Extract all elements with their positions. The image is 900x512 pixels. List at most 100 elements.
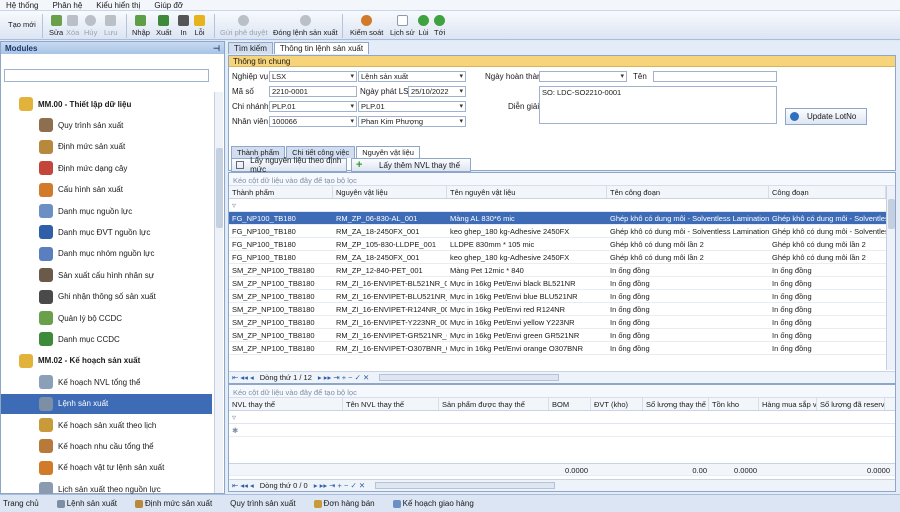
doc-tab-delivery-plan[interactable]: Kế hoạch giao hàng bbox=[392, 499, 483, 508]
col-incoming[interactable]: Hàng mua sắp về bbox=[759, 398, 817, 410]
table-cell[interactable]: RM_ZI_16-ENVIPET-BL521NR_001 bbox=[333, 277, 447, 289]
new-row[interactable]: ✱ bbox=[229, 424, 895, 437]
tree-item[interactable]: Định mức dạng cây bbox=[1, 158, 212, 178]
table-cell[interactable]: SM_ZP_NP100_TB8180 bbox=[229, 329, 333, 341]
tree-group[interactable]: MM.00 - Thiết lập dữ liệu bbox=[1, 94, 212, 114]
table-cell[interactable]: In ống đồng bbox=[607, 303, 769, 315]
table-cell[interactable]: In ống đồng bbox=[607, 342, 769, 354]
create-new-button[interactable]: Tạo mới bbox=[8, 12, 36, 39]
table-cell[interactable]: Mực in 16kg Pet/Envi green GR521NR bbox=[447, 329, 607, 341]
tree-item[interactable]: Ghi nhận thông số sản xuất bbox=[1, 287, 212, 307]
table-cell[interactable]: Ghép khô có dung môi lần 2 bbox=[769, 251, 886, 263]
get-materials-by-norm-button[interactable]: Lấy nguyên liệu theo định mức bbox=[231, 156, 347, 174]
table-cell[interactable]: Ghép khô có dung môi lần 2 bbox=[769, 238, 886, 250]
table-cell[interactable]: Ghép khô có dung môi - Solventless La bbox=[769, 212, 886, 224]
tree-item[interactable]: Kế hoạch nhu cầu tổng thể bbox=[1, 436, 212, 456]
tab-materials[interactable]: Nguyên vật liệu bbox=[356, 146, 420, 158]
tree-item[interactable]: Quy trình sản xuất bbox=[1, 115, 212, 135]
tree-item[interactable]: Cấu hình sản xuất bbox=[1, 180, 212, 200]
nav2-buttons-left[interactable]: ⇤ ◂◂ ◂ bbox=[232, 481, 254, 490]
table-cell[interactable]: SM_ZP_NP100_TB8180 bbox=[229, 277, 333, 289]
export-button[interactable]: Xuất bbox=[156, 12, 171, 39]
table-cell[interactable]: RM_ZA_18-2450FX_001 bbox=[333, 225, 447, 237]
table-cell[interactable]: SM_ZP_NP100_TB8180 bbox=[229, 316, 333, 328]
table-cell[interactable]: FG_NP100_TB180 bbox=[229, 251, 333, 263]
table-cell[interactable]: In ống đồng bbox=[769, 303, 886, 315]
table-cell[interactable]: Ghép khô có dung môi lần 2 bbox=[607, 251, 769, 263]
grid-scroll-thumb[interactable] bbox=[888, 199, 895, 229]
table-cell[interactable]: keo ghep_180 kg-Adhesive 2450FX bbox=[447, 251, 607, 263]
update-lotno-button[interactable]: Update LotNo bbox=[785, 108, 867, 125]
send-approve-button[interactable]: Gửi phê duyệt bbox=[220, 12, 268, 39]
doc-tab-home[interactable]: Trang chủ bbox=[3, 499, 48, 508]
table-cell[interactable]: RM_ZP_105-830-LLDPE_001 bbox=[333, 238, 447, 250]
tree-item[interactable]: Định mức sản xuất bbox=[1, 137, 212, 157]
grid-hscrollbar[interactable] bbox=[379, 374, 560, 381]
table-cell[interactable]: Ghép khô có dung môi lần 2 bbox=[607, 238, 769, 250]
table-row[interactable]: FG_NP100_TB180 RM_ZP_105-830-LLDPE_001 LLD… bbox=[229, 238, 886, 251]
table-cell[interactable]: Mực in 16kg Pet/Envi black BL521NR bbox=[447, 277, 607, 289]
table-cell[interactable]: RM_ZI_16-ENVIPET-BLU521NR_001 bbox=[333, 290, 447, 302]
table-cell[interactable]: In ống đồng bbox=[607, 277, 769, 289]
edit-button[interactable]: Sửa bbox=[49, 12, 63, 39]
col-stage[interactable]: Công đoạn bbox=[769, 186, 886, 198]
table-cell[interactable]: RM_ZI_16-ENVIPET-O307BNR_001 bbox=[333, 342, 447, 354]
col-substitute-name[interactable]: Tên NVL thay thế bbox=[343, 398, 439, 410]
table-row[interactable]: SM_ZP_NP100_TB8180 RM_ZI_16-ENVIPET-R124N… bbox=[229, 303, 886, 316]
employee-name-field[interactable]: Phan Kim Phượng bbox=[358, 116, 466, 127]
close-order-button[interactable]: Đóng lệnh sản xuất bbox=[273, 12, 338, 39]
table-cell[interactable]: Màng Pet 12mic * 840 bbox=[447, 264, 607, 276]
col-reserved[interactable]: Số lượng đã reserved bbox=[817, 398, 885, 410]
tab-search[interactable]: Tìm kiếm bbox=[228, 42, 273, 54]
table-row[interactable]: FG_NP100_TB180 RM_ZA_18-2450FX_001 keo ghe… bbox=[229, 225, 886, 238]
table-cell[interactable]: RM_ZI_16-ENVIPET-GR521NR_001 bbox=[333, 329, 447, 341]
tree-group[interactable]: MM.02 - Kế hoạch sản xuất bbox=[1, 351, 212, 371]
print-button[interactable]: In bbox=[178, 12, 189, 39]
grid2-hscrollbar[interactable] bbox=[375, 482, 556, 489]
table-cell[interactable]: FG_NP100_TB180 bbox=[229, 225, 333, 237]
table-row[interactable]: SM_ZP_NP100_TB8180 RM_ZI_16-ENVIPET-Y223N… bbox=[229, 316, 886, 329]
col-stock[interactable]: Tồn kho bbox=[709, 398, 759, 410]
nav-buttons-right[interactable]: ▸ ▸▸ ⇥ + − ✓ ✕ bbox=[318, 373, 369, 382]
doc-tab-sales-order[interactable]: Đơn hàng bán bbox=[313, 499, 384, 508]
grid-scrollbar[interactable] bbox=[886, 186, 895, 370]
table-cell[interactable]: In ống đồng bbox=[769, 264, 886, 276]
table-cell[interactable]: In ống đồng bbox=[769, 290, 886, 302]
menu-help[interactable]: Giúp đỡ bbox=[154, 1, 183, 10]
table-cell[interactable]: Ghép khô có dung môi - Solventless Lamin… bbox=[607, 212, 769, 224]
tree-item[interactable]: Kế hoạch vật tư lệnh sản xuất bbox=[1, 458, 212, 478]
tree-item[interactable]: Kế hoạch sản xuất theo lịch bbox=[1, 415, 212, 435]
code-field[interactable]: 2210-0001 bbox=[269, 86, 357, 97]
completion-date-field[interactable] bbox=[539, 71, 627, 82]
table-cell[interactable]: Ghép khô có dung môi - Solventless La bbox=[769, 225, 886, 237]
table-row[interactable]: SM_ZP_NP100_TB8180 RM_ZI_16-ENVIPET-O307B… bbox=[229, 342, 886, 355]
doc-tab-production-process[interactable]: Quy trình sản xuất bbox=[230, 499, 304, 508]
table-cell[interactable]: RM_ZP_06-830-AL_001 bbox=[333, 212, 447, 224]
table-cell[interactable]: Mực in 16kg Pet/Envi blue BLU521NR bbox=[447, 290, 607, 302]
table-cell[interactable]: In ống đồng bbox=[607, 316, 769, 328]
save-button[interactable]: Lưu bbox=[104, 12, 117, 39]
tree-item[interactable]: Lịch sản xuất theo nguồn lực bbox=[1, 479, 212, 494]
tree-item[interactable]: Danh mục nguồn lực bbox=[1, 201, 212, 221]
table-row[interactable]: FG_NP100_TB180 RM_ZA_18-2450FX_001 keo ghe… bbox=[229, 251, 886, 264]
tree-item[interactable]: Lệnh sản xuất bbox=[1, 393, 212, 414]
nav2-buttons-right[interactable]: ▸ ▸▸ ⇥ + − ✓ ✕ bbox=[314, 481, 365, 490]
tree-item[interactable]: Quản lý bộ CCDC bbox=[1, 308, 212, 328]
module-search-input[interactable] bbox=[4, 69, 209, 82]
table-cell[interactable]: SM_ZP_NP100_TB8180 bbox=[229, 303, 333, 315]
control-button[interactable]: Kiểm soát bbox=[350, 12, 383, 39]
menu-view[interactable]: Kiểu hiển thị bbox=[96, 1, 140, 10]
table-cell[interactable]: RM_ZI_16-ENVIPET-Y223NR_001 bbox=[333, 316, 447, 328]
table-row[interactable]: SM_ZP_NP100_TB8180 RM_ZP_12-840-PET_001 Mà… bbox=[229, 264, 886, 277]
table-cell[interactable]: Mực in 16kg Pet/Envi yellow Y223NR bbox=[447, 316, 607, 328]
tree-item[interactable]: Danh mục ĐVT nguồn lực bbox=[1, 222, 212, 242]
col-unit[interactable]: ĐVT (kho) bbox=[591, 398, 643, 410]
table-cell[interactable]: RM_ZI_16-ENVIPET-R124NR_001 bbox=[333, 303, 447, 315]
business-name-field[interactable]: Lệnh sản xuất bbox=[358, 71, 466, 82]
error-button[interactable]: Lỗi bbox=[194, 12, 205, 39]
table-cell[interactable]: SM_ZP_NP100_TB8180 bbox=[229, 342, 333, 354]
doc-tab-production-order[interactable]: Lệnh sản xuất bbox=[56, 499, 126, 508]
table-cell[interactable]: In ống đồng bbox=[769, 329, 886, 341]
table-cell[interactable]: SM_ZP_NP100_TB8180 bbox=[229, 264, 333, 276]
forward-button[interactable]: Tới bbox=[434, 12, 445, 39]
